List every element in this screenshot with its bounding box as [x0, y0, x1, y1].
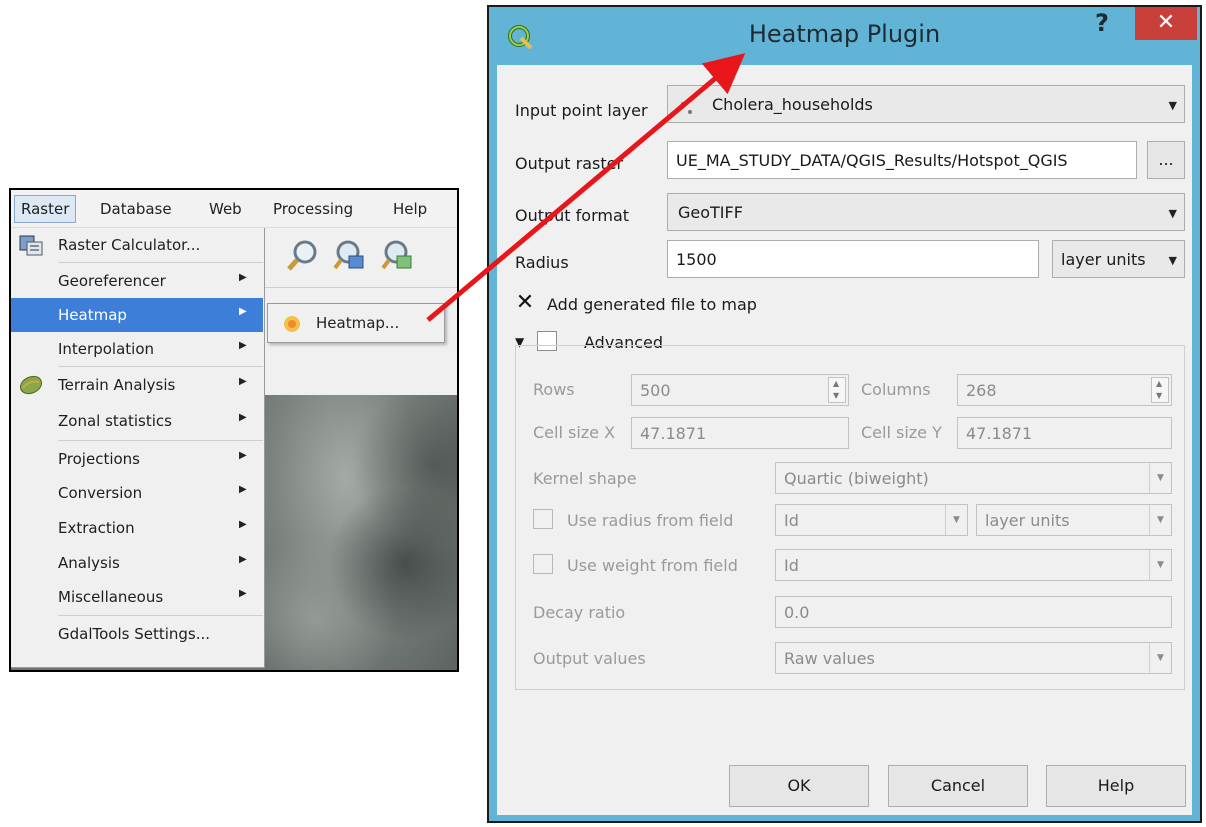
- raster-calculator-icon: [19, 235, 43, 256]
- add-to-map-checkbox[interactable]: ✕: [515, 292, 535, 314]
- submenu-arrow-icon: ▶: [239, 340, 247, 351]
- menu-item-zonal-statistics[interactable]: Zonal statistics ▶: [11, 404, 263, 438]
- menu-item-terrain-analysis[interactable]: Terrain Analysis ▶: [11, 368, 263, 402]
- submenu-arrow-icon: ▶: [239, 412, 247, 423]
- menu-database[interactable]: Database: [100, 200, 172, 218]
- menu-separator: [58, 366, 263, 367]
- submenu-arrow-icon: ▶: [239, 450, 247, 461]
- columns-label: Columns: [861, 380, 931, 399]
- chevron-down-icon: ▼: [945, 505, 967, 535]
- close-button[interactable]: ✕: [1135, 7, 1197, 40]
- output-raster-field[interactable]: UE_MA_STUDY_DATA/QGIS_Results/Hotspot_QG…: [667, 141, 1137, 179]
- radius-field-combo[interactable]: Id ▼: [775, 504, 968, 536]
- zoom-icon[interactable]: [285, 238, 321, 274]
- advanced-group: Rows 500 ▲ ▼ Columns 268 ▲ ▼ Cell size X 4…: [515, 345, 1185, 690]
- menu-item-extraction[interactable]: Extraction ▶: [11, 511, 263, 545]
- kernel-shape-combo[interactable]: Quartic (biweight) ▼: [775, 462, 1172, 494]
- output-raster-label: Output raster: [515, 154, 624, 173]
- chevron-down-icon: ▼: [1168, 254, 1177, 267]
- help-icon[interactable]: ?: [1089, 9, 1115, 39]
- menu-bar: Raster Database Web Processing Help: [11, 190, 457, 228]
- menu-item-raster-calculator[interactable]: Raster Calculator...: [11, 228, 263, 262]
- use-radius-from-field-label: Use radius from field: [567, 511, 734, 530]
- chevron-down-icon: ▼: [1149, 550, 1171, 580]
- columns-spinbox[interactable]: 268 ▲ ▼: [957, 374, 1172, 406]
- menu-item-projections[interactable]: Projections ▶: [11, 442, 263, 476]
- menu-separator: [58, 440, 263, 441]
- rows-label: Rows: [533, 380, 575, 399]
- dialog-body: Input point layer Cholera_households ▼ O…: [497, 65, 1192, 815]
- radius-field[interactable]: 1500: [667, 240, 1039, 278]
- chevron-down-icon: ▼: [1149, 643, 1171, 673]
- chevron-down-icon: ▼: [1168, 207, 1177, 220]
- submenu-arrow-icon: ▶: [239, 554, 247, 565]
- output-format-combo[interactable]: GeoTIFF ▼: [667, 193, 1185, 231]
- input-point-layer-label: Input point layer: [515, 101, 648, 120]
- menu-item-heatmap[interactable]: Heatmap ▶: [11, 298, 263, 332]
- toolbar: [265, 228, 457, 288]
- chevron-down-icon: ▼: [1149, 463, 1171, 493]
- output-format-label: Output format: [515, 206, 630, 225]
- spin-arrows-icon: ▲ ▼: [1151, 377, 1169, 403]
- use-weight-from-field-label: Use weight from field: [567, 556, 738, 575]
- cell-size-x-field[interactable]: 47.1871: [631, 417, 849, 449]
- raster-dropdown-menu: Raster Calculator... Georeferencer ▶ Hea…: [11, 228, 265, 668]
- output-values-combo[interactable]: Raw values ▼: [775, 642, 1172, 674]
- rows-spinbox[interactable]: 500 ▲ ▼: [631, 374, 849, 406]
- decay-ratio-label: Decay ratio: [533, 603, 626, 622]
- menu-item-gdaltools-settings[interactable]: GdalTools Settings...: [11, 617, 263, 651]
- terrain-analysis-icon: [19, 375, 43, 395]
- kernel-shape-label: Kernel shape: [533, 469, 637, 488]
- use-weight-from-field-checkbox[interactable]: [533, 554, 553, 574]
- menu-separator: [58, 262, 263, 263]
- cell-size-y-label: Cell size Y: [861, 423, 942, 442]
- menu-item-analysis[interactable]: Analysis ▶: [11, 546, 263, 580]
- menu-item-interpolation[interactable]: Interpolation ▶: [11, 332, 263, 366]
- point-layer-icon: [681, 94, 697, 114]
- submenu-arrow-icon: ▶: [239, 519, 247, 530]
- output-values-label: Output values: [533, 649, 646, 668]
- cell-size-x-label: Cell size X: [533, 423, 616, 442]
- heatmap-submenu: Heatmap...: [267, 303, 445, 343]
- menu-item-georeferencer[interactable]: Georeferencer ▶: [11, 264, 263, 298]
- ok-button[interactable]: OK: [729, 765, 869, 807]
- zoom-to-selection-icon[interactable]: [379, 238, 415, 274]
- submenu-arrow-icon: ▶: [239, 484, 247, 495]
- submenu-item-heatmap[interactable]: Heatmap...: [316, 314, 399, 332]
- menu-item-miscellaneous[interactable]: Miscellaneous ▶: [11, 580, 263, 614]
- submenu-arrow-icon: ▶: [239, 376, 247, 387]
- add-to-map-label: Add generated file to map: [547, 295, 757, 314]
- zoom-to-layer-icon[interactable]: [331, 238, 367, 274]
- menu-separator: [58, 615, 263, 616]
- submenu-arrow-icon: ▶: [239, 306, 247, 317]
- use-radius-from-field-checkbox[interactable]: [533, 509, 553, 529]
- help-button[interactable]: Help: [1046, 765, 1186, 807]
- input-point-layer-combo[interactable]: Cholera_households ▼: [667, 85, 1185, 123]
- menu-help[interactable]: Help: [393, 200, 427, 218]
- spin-arrows-icon: ▲ ▼: [828, 377, 846, 403]
- chevron-down-icon: ▼: [1149, 505, 1171, 535]
- radius-field-units-combo[interactable]: layer units ▼: [976, 504, 1172, 536]
- qgis-menu-screenshot: Raster Database Web Processing Help Rast…: [9, 188, 459, 672]
- submenu-arrow-icon: ▶: [239, 588, 247, 599]
- menu-processing[interactable]: Processing: [273, 200, 353, 218]
- decay-ratio-field[interactable]: 0.0: [775, 596, 1172, 628]
- submenu-arrow-icon: ▶: [239, 272, 247, 283]
- cell-size-y-field[interactable]: 47.1871: [957, 417, 1172, 449]
- cancel-button[interactable]: Cancel: [888, 765, 1028, 807]
- menu-web[interactable]: Web: [209, 200, 242, 218]
- weight-field-combo[interactable]: Id ▼: [775, 549, 1172, 581]
- map-canvas: [265, 395, 457, 670]
- menu-raster[interactable]: Raster: [14, 195, 77, 223]
- menu-item-conversion[interactable]: Conversion ▶: [11, 476, 263, 510]
- heatmap-icon: [284, 316, 300, 332]
- title-bar: Heatmap Plugin ? ✕: [489, 7, 1200, 65]
- radius-units-combo[interactable]: layer units ▼: [1052, 240, 1185, 278]
- browse-button[interactable]: ...: [1147, 141, 1185, 179]
- heatmap-plugin-dialog: Heatmap Plugin ? ✕ Input point layer Cho…: [487, 5, 1202, 823]
- radius-label: Radius: [515, 253, 569, 272]
- chevron-down-icon: ▼: [1168, 99, 1177, 112]
